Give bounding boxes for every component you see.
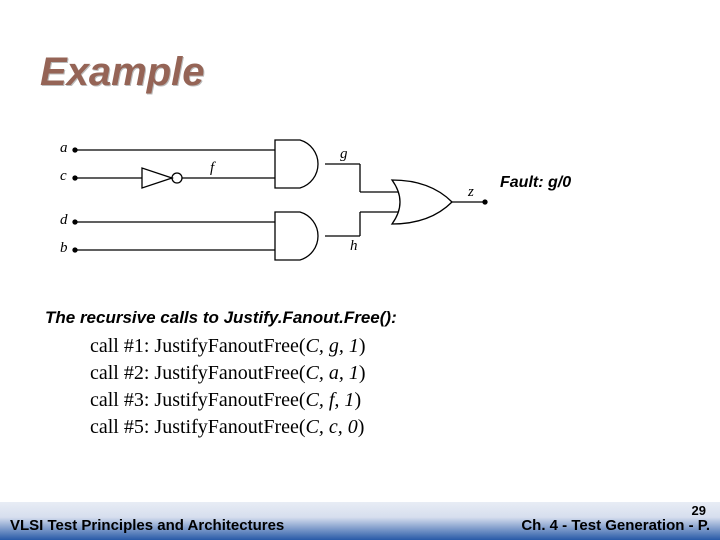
- calls-heading: The recursive calls to Justify.Fanout.Fr…: [45, 308, 397, 328]
- wire-label-d: d: [60, 212, 68, 228]
- call-line: call #2: JustifyFanoutFree(C, a, 1): [90, 360, 366, 387]
- wire-label-a: a: [60, 140, 68, 156]
- slide-title: Example: [40, 50, 205, 95]
- call-line: call #1: JustifyFanoutFree(C, g, 1): [90, 333, 366, 360]
- calls-list: call #1: JustifyFanoutFree(C, g, 1) call…: [90, 333, 366, 441]
- slide-number: 29: [692, 503, 706, 518]
- footer-right: Ch. 4 - Test Generation - P.: [521, 517, 710, 534]
- call-line: call #3: JustifyFanoutFree(C, f, 1): [90, 387, 366, 414]
- circuit-diagram: a c d b f g h z: [60, 130, 500, 270]
- wire-label-c: c: [60, 168, 67, 184]
- wire-label-h: h: [350, 238, 358, 254]
- wire-label-b: b: [60, 240, 68, 256]
- slide-footer: 29 VLSI Test Principles and Architecture…: [0, 502, 720, 540]
- wire-label-z: z: [467, 184, 474, 200]
- wire-label-f: f: [210, 160, 216, 176]
- wire-label-g: g: [340, 146, 348, 162]
- fault-label: Fault: g/0: [500, 174, 571, 192]
- call-line: call #5: JustifyFanoutFree(C, c, 0): [90, 414, 366, 441]
- footer-left: VLSI Test Principles and Architectures: [10, 517, 284, 534]
